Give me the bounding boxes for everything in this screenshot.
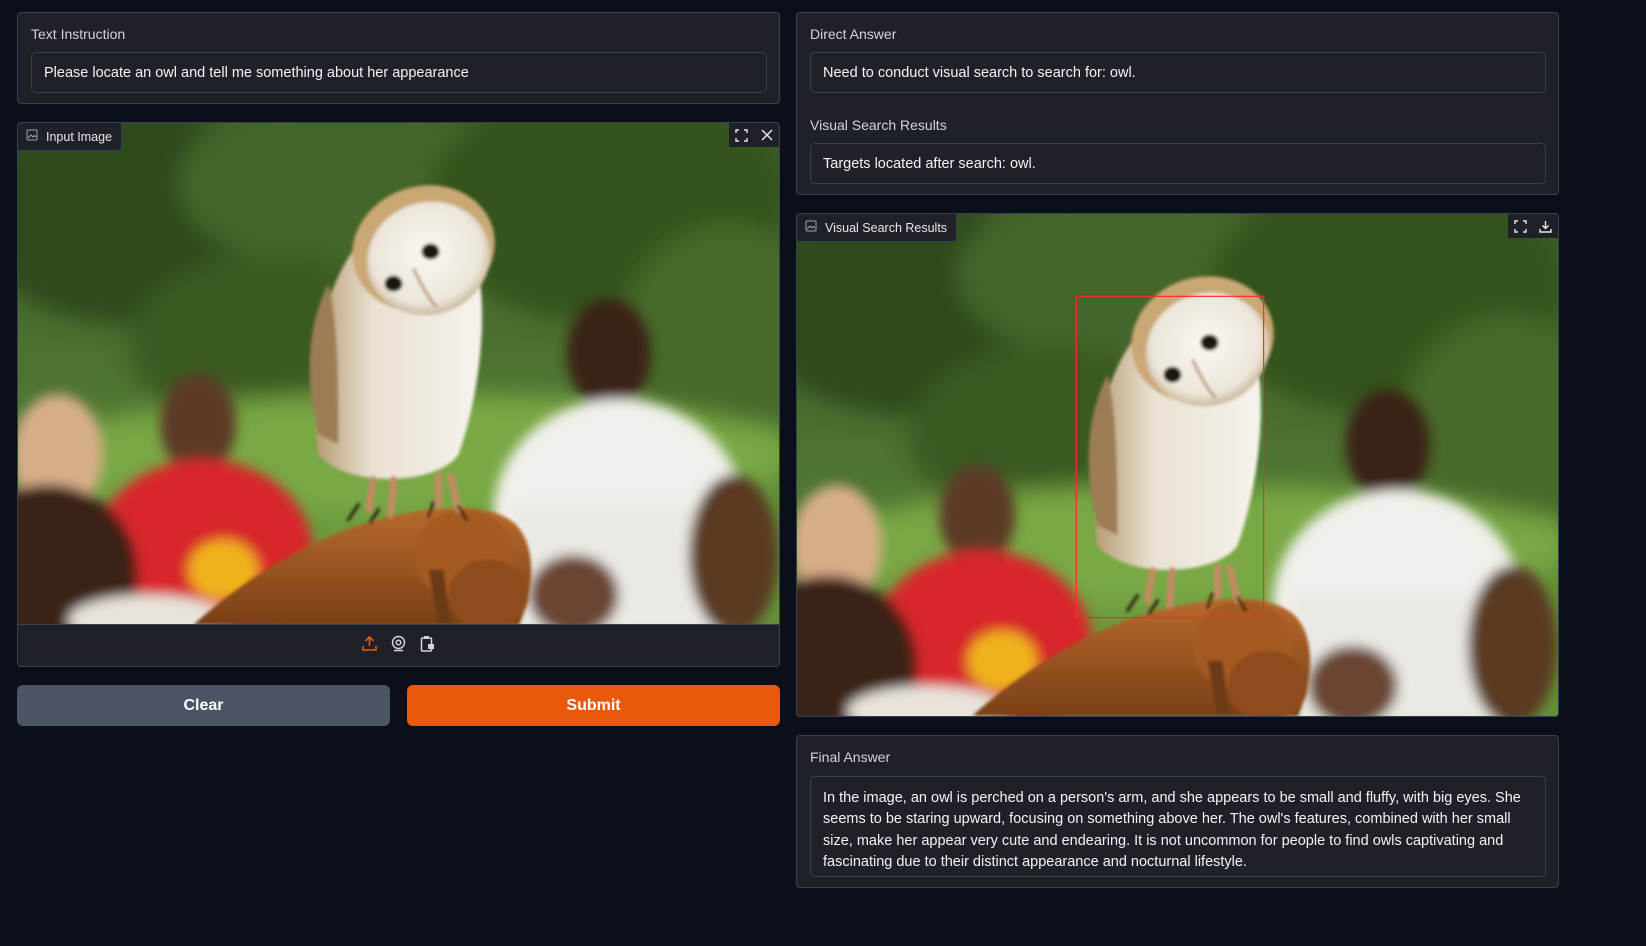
upload-icon[interactable] bbox=[361, 635, 378, 657]
visual-search-results-label: Visual Search Results bbox=[810, 117, 947, 133]
input-image[interactable] bbox=[18, 123, 779, 625]
text-instruction-panel: Text Instruction Please locate an owl an… bbox=[17, 12, 780, 104]
clipboard-icon[interactable] bbox=[419, 635, 436, 657]
visual-search-image-label-tag: Visual Search Results bbox=[797, 214, 958, 242]
answer-panel: Direct Answer Need to conduct visual sea… bbox=[796, 12, 1559, 195]
input-image-toolbar bbox=[729, 123, 779, 147]
visual-search-image[interactable] bbox=[797, 214, 1558, 716]
fullscreen-icon[interactable] bbox=[1508, 214, 1533, 238]
visual-search-image-toolbar bbox=[1508, 214, 1558, 238]
image-icon bbox=[805, 220, 817, 235]
image-source-bar bbox=[18, 624, 779, 666]
direct-answer-output[interactable]: Need to conduct visual search to search … bbox=[810, 52, 1546, 93]
input-image-label-tag: Input Image bbox=[18, 123, 123, 151]
close-icon[interactable] bbox=[754, 123, 779, 147]
input-image-panel: Input Image bbox=[17, 122, 780, 667]
input-image-label: Input Image bbox=[46, 129, 113, 144]
text-instruction-label: Text Instruction bbox=[31, 26, 126, 42]
text-instruction-input[interactable]: Please locate an owl and tell me somethi… bbox=[31, 52, 767, 93]
direct-answer-label: Direct Answer bbox=[810, 26, 897, 42]
submit-button[interactable]: Submit bbox=[407, 685, 780, 726]
fullscreen-icon[interactable] bbox=[729, 123, 754, 147]
visual-search-image-label: Visual Search Results bbox=[825, 220, 948, 235]
visual-search-image-panel: Visual Search Results bbox=[796, 213, 1559, 717]
final-answer-output[interactable]: In the image, an owl is perched on a per… bbox=[810, 776, 1546, 877]
visual-search-results-output[interactable]: Targets located after search: owl. bbox=[810, 143, 1546, 184]
final-answer-label: Final Answer bbox=[810, 749, 891, 765]
image-icon bbox=[26, 129, 38, 144]
webcam-icon[interactable] bbox=[390, 635, 407, 657]
final-answer-panel: Final Answer In the image, an owl is per… bbox=[796, 735, 1559, 888]
clear-button[interactable]: Clear bbox=[17, 685, 390, 726]
download-icon[interactable] bbox=[1533, 214, 1558, 238]
